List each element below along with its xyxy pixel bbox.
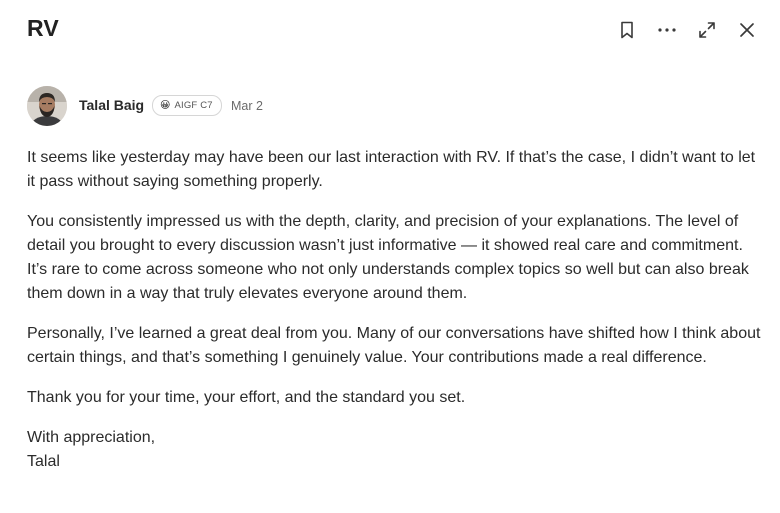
member-badge[interactable]: 😀 AIGF C7 [152,95,222,116]
body-paragraph: You consistently impressed us with the d… [27,213,749,302]
author-row: Talal Baig 😀 AIGF C7 Mar 2 [27,86,727,126]
signoff: With appreciation, Talal [27,426,767,474]
post-date: Mar 2 [231,99,263,113]
body-paragraph: Personally, I’ve learned a great deal fr… [27,325,761,366]
more-horizontal-icon [658,28,676,32]
avatar[interactable] [27,86,67,126]
post-title: RV [27,15,59,41]
body-paragraph: Thank you for your time, your effort, an… [27,389,466,406]
signature: Talal [27,453,60,470]
post-body: It seems like yesterday may have been ou… [27,146,767,490]
post-header: RV [0,0,780,62]
more-options-button[interactable] [653,16,681,44]
smiley-icon: 😀 [160,99,171,111]
badge-label: AIGF C7 [174,100,213,111]
close-icon [740,23,754,37]
close-button[interactable] [733,16,761,44]
expand-button[interactable] [693,16,721,44]
author-name[interactable]: Talal Baig [79,97,144,113]
bookmark-icon [621,21,633,39]
body-paragraph: It seems like yesterday may have been ou… [27,149,756,190]
signoff-line: With appreciation, [27,429,156,446]
expand-icon [699,22,715,38]
bookmark-button[interactable] [613,16,641,44]
